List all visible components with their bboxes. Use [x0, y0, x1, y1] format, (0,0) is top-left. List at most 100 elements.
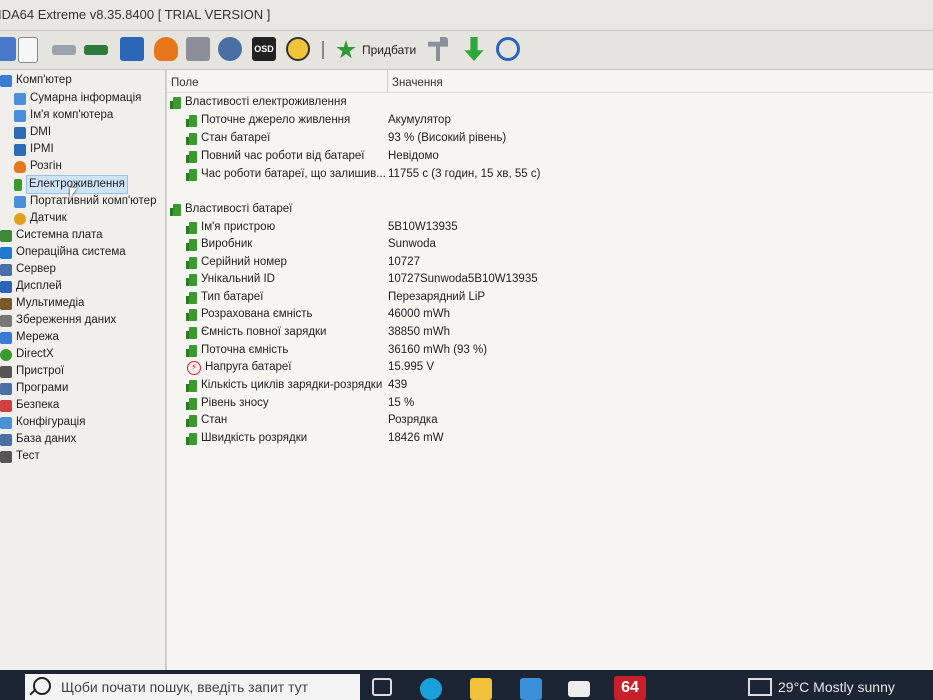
table-row[interactable]: Рівень зносу 15 %	[167, 395, 933, 412]
navigation-tree: Комп'ютер Сумарна інформація Ім'я комп'ю…	[0, 70, 167, 670]
column-value-header[interactable]: Значення	[387, 70, 443, 92]
tree-item-ipmi[interactable]: IPMI	[14, 141, 54, 158]
file-explorer-icon[interactable]	[470, 678, 492, 700]
battery-icon	[186, 256, 197, 269]
tree-item-computer-name[interactable]: Ім'я комп'ютера	[14, 107, 113, 124]
gauge-icon[interactable]	[286, 37, 310, 61]
table-row[interactable]: Кількість циклів зарядки-розрядки 439	[167, 377, 933, 394]
title-bar: IDA64 Extreme v8.35.8400 [ TRIAL VERSION…	[0, 0, 933, 31]
mail-icon[interactable]	[568, 681, 590, 697]
table-row[interactable]: Поточне джерело живлення Акумулятор	[167, 112, 933, 129]
table-row[interactable]: Ємність повної зарядки 38850 mWh	[167, 324, 933, 341]
tree-item-test[interactable]: Тест	[0, 448, 40, 465]
tools-icon[interactable]	[428, 37, 448, 61]
table-row[interactable]: Стан Розрядка	[167, 412, 933, 429]
battery-icon	[186, 432, 197, 445]
tree-item-multimedia[interactable]: Мультимедіа	[0, 295, 84, 312]
dmi-icon	[14, 126, 26, 139]
tree-item-programs[interactable]: Програми	[0, 380, 68, 397]
tree-item-motherboard[interactable]: Системна плата	[0, 227, 102, 244]
battery-icon	[186, 168, 197, 181]
network-icon[interactable]	[120, 37, 144, 61]
row-field: Тип батареї	[201, 291, 264, 303]
tree-item-display[interactable]: Дисплей	[0, 278, 62, 295]
battery-icon	[186, 150, 197, 163]
battery-icon	[186, 132, 197, 145]
table-row[interactable]: Тип батареї Перезарядний LiP	[167, 289, 933, 306]
battery-icon	[186, 238, 197, 251]
tree-item-dmi[interactable]: DMI	[14, 124, 51, 141]
table-row[interactable]: Час роботи батареї, що залишив... 11755 …	[167, 166, 933, 183]
row-field: Повний час роботи від батареї	[201, 150, 365, 162]
tree-item-sensor[interactable]: Датчик	[14, 210, 67, 227]
tree-item-overclock[interactable]: Розгін	[14, 158, 62, 175]
table-row[interactable]: Швидкість розрядки 18426 mW	[167, 430, 933, 447]
tree-item-label: Сумарна інформація	[30, 92, 142, 104]
tree-item-os[interactable]: Операційна система	[0, 244, 126, 261]
table-row[interactable]: Серійний номер 10727	[167, 254, 933, 271]
row-field: Виробник	[201, 238, 253, 250]
table-row[interactable]: Повний час роботи від батареї Невідомо	[167, 148, 933, 165]
row-value: Перезарядний LiP	[388, 291, 486, 303]
aida64-taskbar-icon[interactable]: 64	[614, 676, 646, 700]
search-icon[interactable]	[496, 37, 520, 61]
tree-item-label: Ім'я комп'ютера	[30, 109, 114, 121]
table-row[interactable]: Поточна ємність 36160 mWh (93 %)	[167, 342, 933, 359]
tree-item-config[interactable]: Конфігурація	[0, 414, 85, 431]
motherboard-icon	[0, 229, 12, 242]
row-value: 5B10W13935	[388, 221, 458, 233]
back-icon[interactable]	[0, 37, 16, 61]
task-view-icon[interactable]	[372, 678, 392, 696]
battery-icon	[186, 326, 197, 339]
tree-item-label: DMI	[30, 126, 52, 138]
group-header[interactable]: Властивості електроживлення	[167, 94, 933, 111]
download-icon[interactable]	[464, 37, 484, 61]
tree-item-label: Сервер	[16, 263, 56, 275]
weather-widget[interactable]: 29°C Mostly sunny	[748, 678, 895, 696]
tree-item-label: Комп'ютер	[16, 74, 72, 86]
multimedia-icon	[0, 297, 12, 310]
table-row[interactable]: Ім'я пристрою 5B10W13935	[167, 219, 933, 236]
table-row[interactable]: Стан батареї 93 % (Високий рівень)	[167, 130, 933, 147]
group-header[interactable]: Властивості батареї	[167, 201, 933, 218]
buy-button[interactable]: Придбати	[336, 37, 416, 63]
table-row[interactable]: ⚡ Напруга батареї 15.995 V	[167, 359, 933, 376]
report-icon[interactable]	[18, 37, 38, 63]
security-icon	[0, 399, 12, 412]
computer-icon[interactable]	[52, 45, 76, 55]
user-icon[interactable]	[218, 37, 242, 61]
tree-item-network[interactable]: Мережа	[0, 329, 59, 346]
table-row[interactable]: Виробник Sunwoda	[167, 236, 933, 253]
osd-icon[interactable]: OSD	[252, 37, 276, 61]
tree-item-server[interactable]: Сервер	[0, 261, 56, 278]
tree-item-laptop[interactable]: Портативний комп'ютер	[14, 193, 156, 210]
tree-item-label: Мережа	[16, 331, 59, 343]
taskbar-search-input[interactable]: Щоби почати пошук, введіть запит тут	[25, 674, 360, 700]
computer-name-icon	[14, 109, 26, 122]
battery-icon	[170, 96, 181, 109]
tree-item-label: Операційна система	[16, 246, 126, 258]
store-icon[interactable]	[520, 678, 542, 700]
column-field-header[interactable]: Поле	[171, 70, 199, 96]
toolbar: OSD Придбати	[0, 31, 933, 70]
edge-icon[interactable]	[420, 678, 442, 700]
row-value: 10727	[388, 256, 420, 268]
tree-item-directx[interactable]: DirectX	[0, 346, 54, 363]
chip-icon[interactable]	[186, 37, 210, 61]
battery-icon	[170, 203, 181, 216]
tree-item-computer[interactable]: Комп'ютер	[0, 72, 72, 89]
sensor-icon	[14, 212, 26, 225]
memory-icon[interactable]	[84, 45, 108, 55]
tree-item-devices[interactable]: Пристрої	[0, 363, 64, 380]
row-value: 46000 mWh	[388, 308, 451, 320]
table-row[interactable]: Унікальний ID 10727Sunwoda5B10W13935	[167, 271, 933, 288]
group-title: Властивості електроживлення	[185, 96, 347, 108]
row-field: Поточна ємність	[201, 344, 289, 356]
flame-icon[interactable]	[154, 37, 178, 61]
tree-item-label: Системна плата	[16, 229, 103, 241]
table-row[interactable]: Розрахована ємність 46000 mWh	[167, 306, 933, 323]
tree-item-storage[interactable]: Збереження даних	[0, 312, 116, 329]
tree-item-summary[interactable]: Сумарна інформація	[14, 90, 141, 107]
tree-item-database[interactable]: База даних	[0, 431, 76, 448]
tree-item-security[interactable]: Безпека	[0, 397, 59, 414]
